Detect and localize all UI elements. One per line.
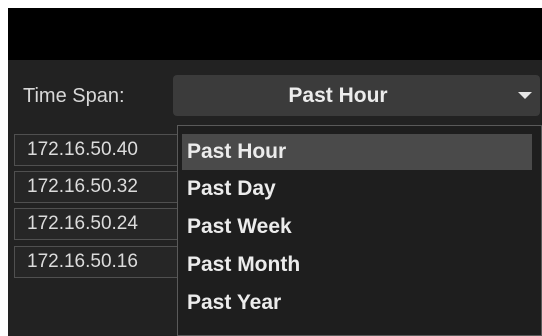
- chevron-down-icon: [518, 92, 532, 99]
- menu-item-past-week[interactable]: Past Week: [182, 209, 532, 245]
- menu-item-past-hour[interactable]: Past Hour: [182, 134, 532, 170]
- time-span-selected-value: Past Hour: [288, 84, 388, 107]
- time-span-label: Time Span:: [23, 85, 125, 107]
- time-span-dropdown-menu: Past Hour Past Day Past Week Past Month …: [177, 125, 542, 336]
- menu-item-past-day[interactable]: Past Day: [182, 171, 532, 207]
- menu-item-past-year[interactable]: Past Year: [182, 285, 532, 321]
- time-span-select[interactable]: Past Hour: [173, 75, 540, 116]
- title-bar: [8, 8, 542, 60]
- app-window: Time Span: Past Hour 172.16.50.40 172.16…: [8, 8, 542, 336]
- menu-item-past-month[interactable]: Past Month: [182, 247, 532, 283]
